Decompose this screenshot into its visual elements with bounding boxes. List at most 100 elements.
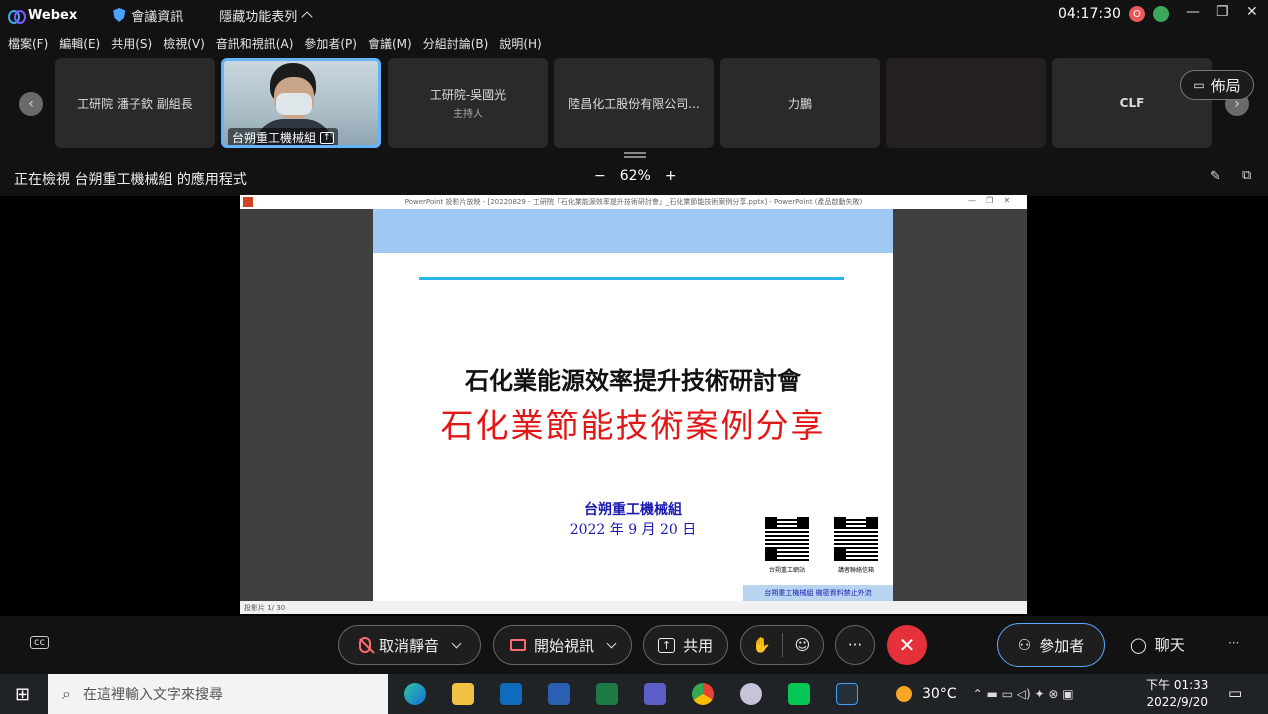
- meeting-info-label: 會議資訊: [131, 9, 184, 25]
- zoom-control: − 62% +: [594, 168, 677, 184]
- webex-logo: Webex: [8, 7, 78, 24]
- face-mask: [276, 93, 312, 115]
- layout-button[interactable]: ▭ 佈局: [1180, 70, 1254, 100]
- edge-icon[interactable]: [404, 683, 426, 705]
- app-name: Webex: [28, 7, 78, 23]
- minimize-icon[interactable]: —: [1186, 4, 1200, 20]
- line-icon[interactable]: [788, 683, 810, 705]
- system-clock[interactable]: 下午 01:33 2022/9/20: [1146, 677, 1208, 711]
- viewing-label: 正在檢視 台朔重工機械組 的應用程式: [14, 172, 247, 188]
- more-options-button[interactable]: ···: [835, 625, 875, 665]
- chrome-icon[interactable]: [692, 683, 714, 705]
- layout-label: 佈局: [1210, 76, 1241, 95]
- chat-button[interactable]: ◯ 聊天: [1130, 634, 1185, 655]
- hide-menu-button[interactable]: 隱藏功能表列: [219, 6, 313, 25]
- app-icon[interactable]: [740, 683, 762, 705]
- participant-name: 工研院 潘子欽 副組長: [77, 96, 193, 111]
- ppt-window-title: PowerPoint 投影片放映 - [20220829 - 工研院「石化業能源…: [240, 195, 1027, 209]
- zoom-in-button[interactable]: +: [665, 168, 677, 184]
- camera-off-icon: [509, 639, 526, 651]
- close-icon[interactable]: ✕: [1246, 4, 1258, 20]
- participant-tile[interactable]: 陸昌化工股份有限公司...: [554, 58, 714, 148]
- tray-icons[interactable]: ⌃ ▬ ▭ ◁) ✦ ⊗ ▣: [973, 687, 1074, 701]
- strip-prev-button[interactable]: ‹: [19, 92, 43, 116]
- clock-time: 下午 01:33: [1146, 678, 1209, 692]
- slide-counter: 投影片 1/ 30: [244, 603, 286, 612]
- search-icon: ⌕: [62, 684, 71, 703]
- participant-name: 力鵬: [787, 96, 812, 111]
- unmute-button[interactable]: 取消靜音: [338, 625, 481, 665]
- participant-tile-active[interactable]: 台朔重工機械組 ↑: [221, 58, 381, 148]
- menu-meeting[interactable]: 會議(M): [368, 35, 412, 52]
- temperature[interactable]: 30°C: [922, 686, 957, 702]
- raise-hand-icon[interactable]: ✋: [742, 636, 782, 654]
- ppt-title-text: PowerPoint 投影片放映 - [20220829 - 工研院「石化業能源…: [404, 198, 863, 206]
- zoom-out-button[interactable]: −: [594, 168, 606, 184]
- reactions-group: ✋ ☺: [740, 625, 824, 665]
- participant-role: 主持人: [453, 109, 483, 120]
- windows-start-icon[interactable]: ⊞: [15, 684, 30, 705]
- annotate-icon[interactable]: ✎: [1210, 169, 1221, 184]
- qr-code-website: 台朔重工網站: [765, 517, 809, 574]
- zoom-value: 62%: [619, 168, 651, 184]
- menu-view[interactable]: 檢視(V): [163, 35, 205, 52]
- participant-tile[interactable]: [886, 58, 1046, 148]
- participants-panel-button[interactable]: ⚇ 參加者: [997, 623, 1105, 667]
- recording-badge[interactable]: O: [1128, 6, 1145, 22]
- participant-tile[interactable]: 工研院-吳國光 主持人: [388, 58, 548, 148]
- restore-icon[interactable]: ❐: [1216, 4, 1229, 20]
- outlook-icon[interactable]: [500, 683, 522, 705]
- sharing-icon: ↑: [320, 131, 334, 144]
- system-tray: 30°C ⌃ ▬ ▭ ◁) ✦ ⊗ ▣: [896, 674, 1074, 714]
- clock-date: 2022/9/20: [1146, 695, 1208, 709]
- close-icon: ✕: [898, 633, 916, 657]
- menu-breakout[interactable]: 分組討論(B): [423, 35, 489, 52]
- word-icon[interactable]: [548, 683, 570, 705]
- leave-meeting-button[interactable]: ✕: [887, 625, 927, 665]
- participant-tile[interactable]: 工研院 潘子欽 副組長: [55, 58, 215, 148]
- teams-icon[interactable]: [644, 683, 666, 705]
- notification-icon[interactable]: ▭: [1228, 684, 1242, 702]
- share-icon: ↑: [657, 637, 676, 653]
- slide: 石化業能源效率提升技術研討會 石化業節能技術案例分享 台朔重工機械組 2022 …: [373, 209, 893, 601]
- excel-icon[interactable]: [596, 683, 618, 705]
- more-label: ···: [847, 636, 863, 654]
- chevron-up-icon: [301, 11, 313, 23]
- qr-code-icon: [834, 517, 878, 561]
- chevron-down-icon: [451, 638, 462, 648]
- reactions-icon[interactable]: ☺: [783, 636, 823, 654]
- participant-tile[interactable]: 力鵬: [720, 58, 880, 148]
- qr-label: 台朔重工網站: [768, 567, 805, 574]
- participants-label: 參加者: [1039, 636, 1085, 655]
- participant-name: CLF: [1119, 96, 1145, 110]
- webex-icon: [8, 10, 26, 24]
- network-health-icon[interactable]: [1152, 6, 1169, 22]
- resize-grip[interactable]: [624, 152, 646, 158]
- share-button[interactable]: ↑ 共用: [643, 625, 728, 665]
- slide-date: 2022 年 9 月 20 日: [569, 522, 697, 538]
- slide-title: 石化業能源效率提升技術研討會: [465, 366, 801, 395]
- slide-rule: [419, 277, 844, 280]
- meeting-info-button[interactable]: 會議資訊: [113, 6, 183, 25]
- chat-icon: ◯: [1130, 635, 1147, 654]
- start-video-button[interactable]: 開始視訊: [493, 625, 632, 665]
- popout-icon[interactable]: ⧉: [1242, 168, 1251, 183]
- menu-bar: 檔案(F) 編輯(E) 共用(S) 檢視(V) 音訊和視訊(A) 參加者(P) …: [0, 30, 1268, 56]
- menu-help[interactable]: 說明(H): [499, 35, 541, 52]
- shared-powerpoint: PowerPoint 投影片放映 - [20220829 - 工研院「石化業能源…: [240, 195, 1027, 614]
- captions-icon[interactable]: cc: [30, 636, 49, 649]
- webex-taskbar-icon[interactable]: [836, 683, 858, 705]
- menu-share[interactable]: 共用(S): [111, 35, 152, 52]
- menu-audio-video[interactable]: 音訊和視訊(A): [216, 35, 294, 52]
- file-explorer-icon[interactable]: [452, 683, 474, 705]
- shield-icon: [113, 8, 126, 22]
- taskbar-search[interactable]: ⌕ 在這裡輸入文字來搜尋: [48, 674, 388, 714]
- qr-label: 講者聯絡信箱: [837, 567, 874, 574]
- menu-file[interactable]: 檔案(F): [8, 35, 48, 52]
- menu-participants[interactable]: 參加者(P): [304, 35, 357, 52]
- search-placeholder: 在這裡輸入文字來搜尋: [82, 687, 223, 703]
- menu-edit[interactable]: 編輯(E): [59, 35, 100, 52]
- overflow-icon[interactable]: ···: [1228, 636, 1239, 650]
- mic-muted-icon: [358, 637, 371, 653]
- participant-name: 陸昌化工股份有限公司...: [568, 96, 700, 111]
